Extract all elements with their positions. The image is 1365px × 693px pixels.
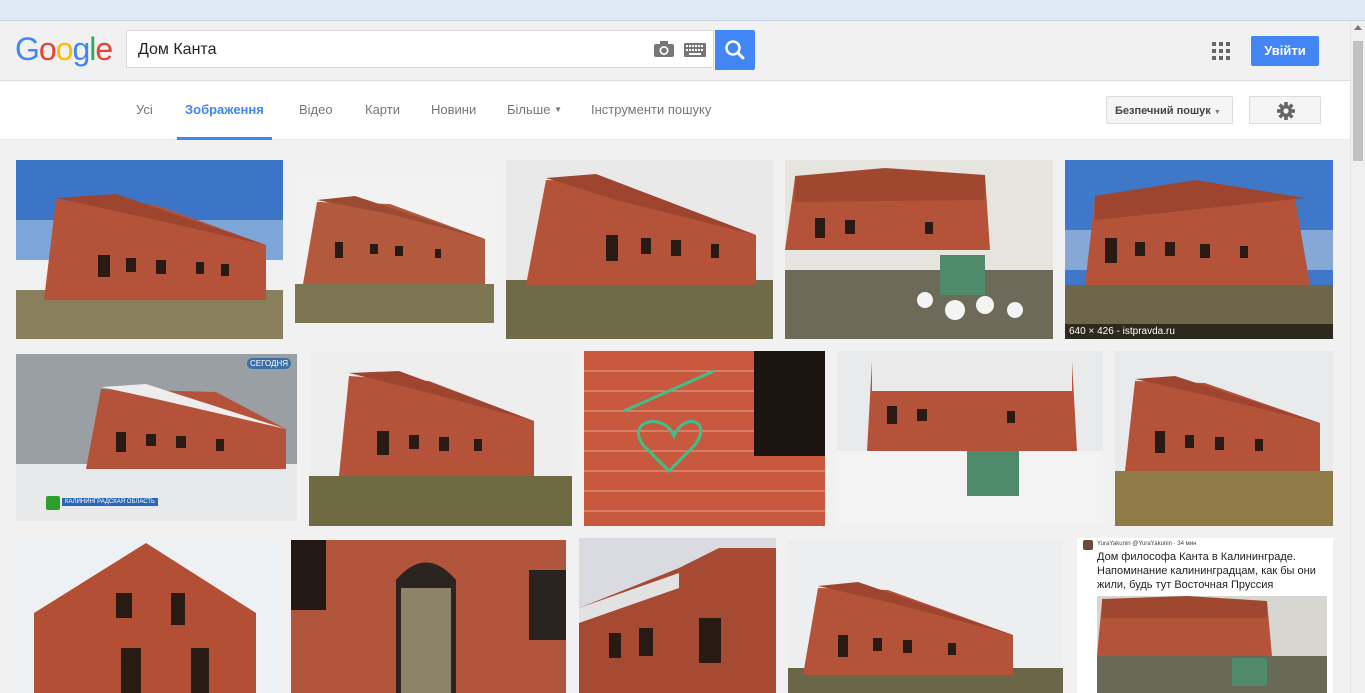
- dropdown-arrow-icon: ▼: [554, 105, 562, 114]
- tab-more-label: Більше: [507, 102, 551, 117]
- region-caption: КАЛИНИНГРАДСКАЯ ОБЛАСТЬ: [62, 498, 158, 506]
- page-scrollbar[interactable]: [1350, 21, 1365, 693]
- tab-all[interactable]: Усі: [136, 81, 153, 139]
- tweet-text: Дом философа Канта в Калининграде. Напом…: [1097, 551, 1316, 591]
- header: Google Увійти: [0, 21, 1350, 81]
- dropdown-arrow-icon: ▼: [1213, 109, 1221, 116]
- scrollbar-thumb[interactable]: [1353, 41, 1363, 161]
- tab-images[interactable]: Зображення: [177, 81, 272, 140]
- safe-search-dropdown[interactable]: Безпечний пошук ▼: [1106, 96, 1233, 124]
- tab-news[interactable]: Новини: [431, 81, 476, 139]
- image-result[interactable]: [295, 174, 494, 323]
- image-caption: 640 × 426 - istpravda.ru: [1065, 324, 1333, 339]
- tab-images-label: Зображення: [185, 102, 264, 117]
- image-result[interactable]: [1115, 351, 1333, 526]
- tab-video[interactable]: Відео: [299, 81, 333, 139]
- camera-icon[interactable]: [653, 40, 675, 58]
- avatar: [1083, 540, 1093, 550]
- tweet-user: YuraYakunin @YuraYakunin · 34 мин: [1097, 541, 1197, 547]
- search-button[interactable]: [715, 30, 755, 70]
- image-result[interactable]: [16, 160, 283, 339]
- image-result[interactable]: [788, 540, 1063, 693]
- image-results-grid: 640 × 426 - istpravda.ru СЕГОДНЯ КАЛИНИН…: [0, 140, 1350, 693]
- search-icon: [725, 40, 745, 60]
- tab-search-tools[interactable]: Інструменти пошуку: [591, 81, 711, 139]
- tab-more[interactable]: Більше ▼: [507, 81, 562, 139]
- image-result[interactable]: [785, 160, 1053, 339]
- tab-maps[interactable]: Карти: [365, 81, 400, 139]
- image-result[interactable]: [309, 351, 572, 526]
- apps-grid-icon[interactable]: [1212, 42, 1230, 60]
- google-logo[interactable]: Google: [15, 31, 113, 68]
- image-result[interactable]: [579, 538, 776, 693]
- image-result[interactable]: [584, 351, 825, 526]
- image-result[interactable]: [291, 540, 566, 693]
- tweet-image: [1097, 596, 1327, 693]
- image-result[interactable]: [16, 538, 279, 693]
- search-box: [126, 30, 714, 69]
- image-result[interactable]: СЕГОДНЯ КАЛИНИНГРАДСКАЯ ОБЛАСТЬ: [16, 354, 297, 521]
- signin-button[interactable]: Увійти: [1251, 36, 1319, 66]
- image-result[interactable]: 640 × 426 - istpravda.ru: [1065, 160, 1333, 339]
- image-result[interactable]: [506, 160, 773, 339]
- channel-logo-icon: [46, 496, 60, 510]
- channel-badge: СЕГОДНЯ: [246, 358, 291, 369]
- keyboard-icon[interactable]: [684, 43, 706, 57]
- image-result[interactable]: [837, 351, 1103, 526]
- scroll-up-arrow-icon[interactable]: [1354, 25, 1362, 30]
- search-input[interactable]: [136, 31, 640, 69]
- safe-search-label: Безпечний пошук: [1115, 105, 1211, 117]
- gear-icon: [1277, 102, 1295, 120]
- settings-button[interactable]: [1249, 96, 1321, 124]
- browser-top-strip: [0, 0, 1365, 21]
- tweet-result[interactable]: YuraYakunin @YuraYakunin · 34 мин Дом фи…: [1077, 538, 1333, 693]
- search-tabs-bar: Усі Зображення Відео Карти Новини Більше…: [0, 81, 1350, 140]
